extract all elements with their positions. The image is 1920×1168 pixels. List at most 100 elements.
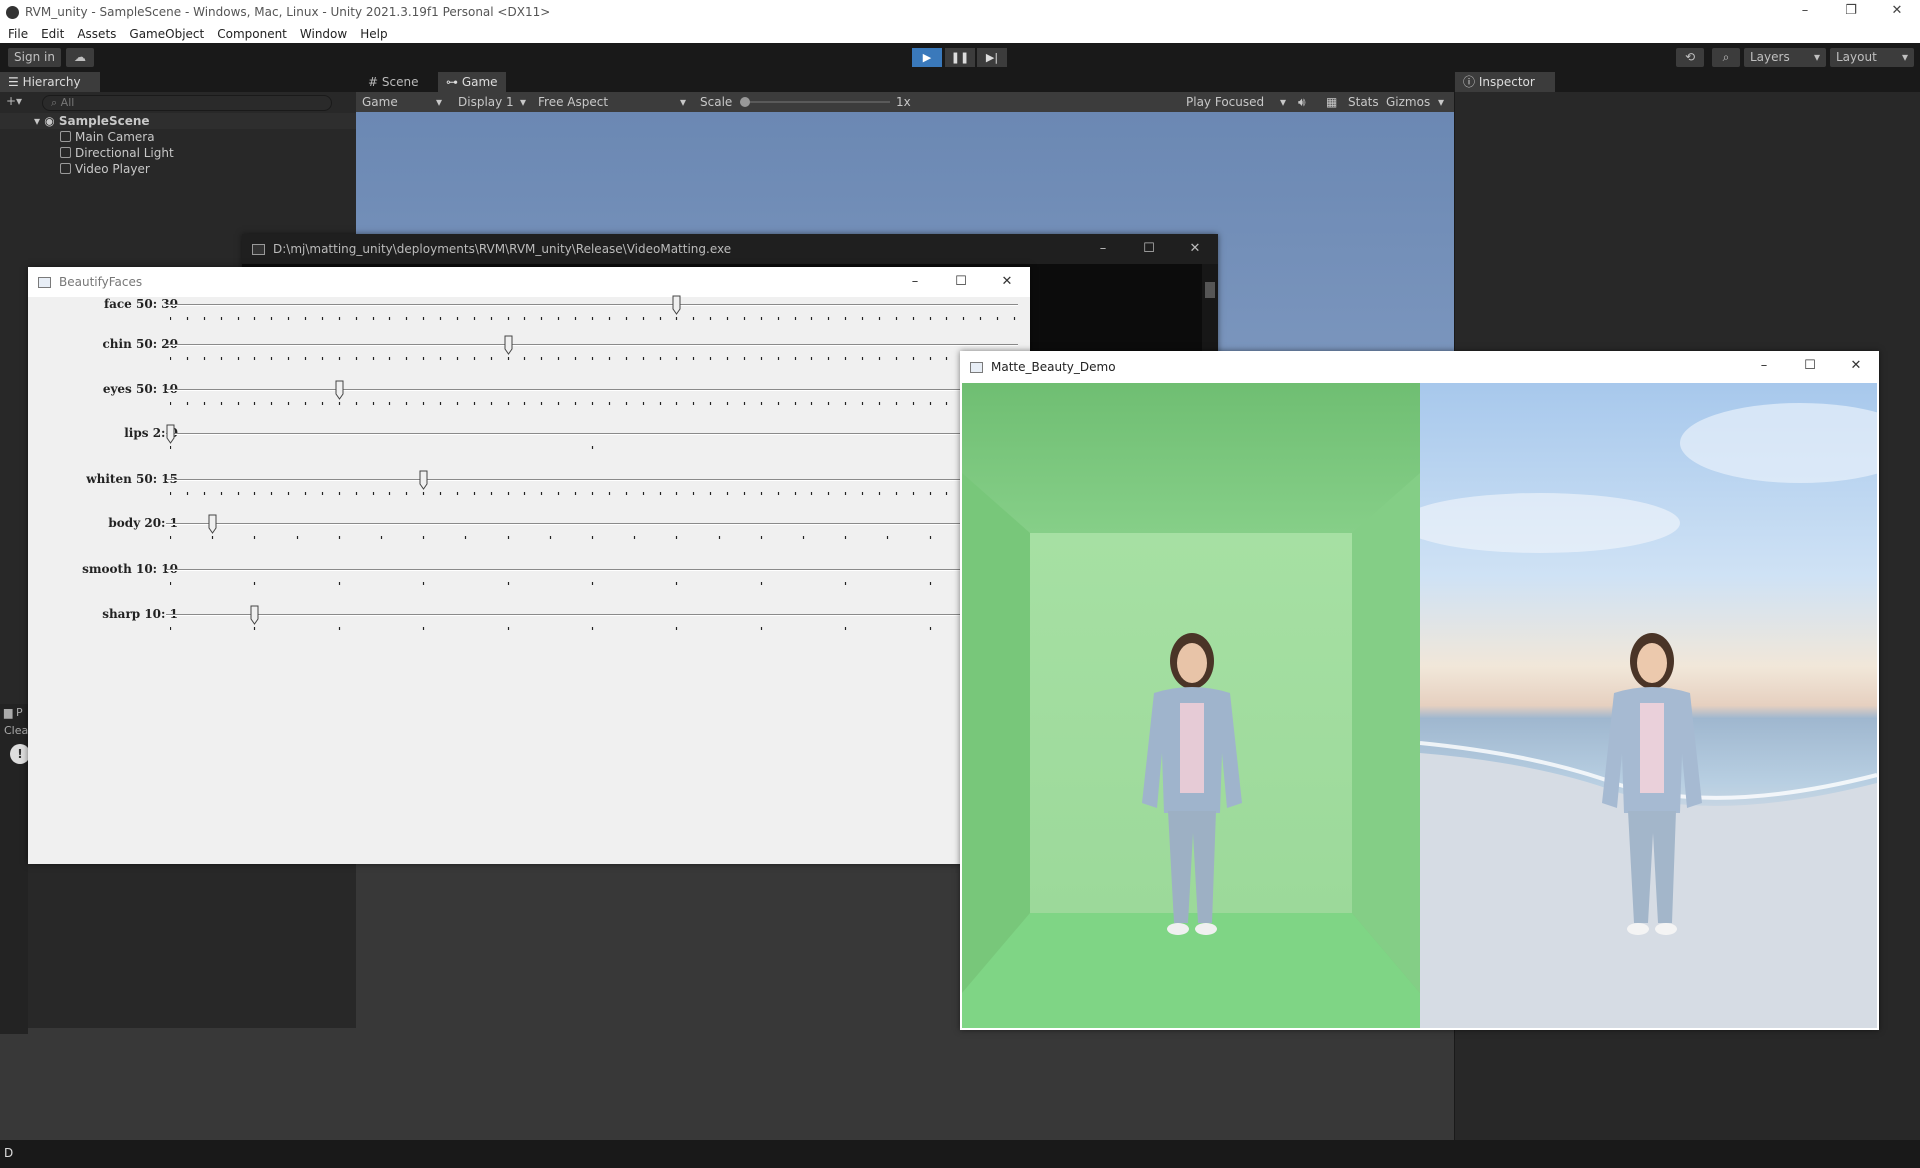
slider-ticks: [170, 492, 1016, 495]
slider-ticks: [170, 317, 1016, 320]
game-dropdown[interactable]: Game: [362, 92, 398, 112]
slider-label: face 50: 30: [103, 297, 178, 311]
scene-name: SampleScene: [58, 114, 150, 128]
close-icon[interactable]: ✕: [984, 267, 1030, 297]
close-icon[interactable]: ✕: [1874, 0, 1920, 24]
menu-component[interactable]: Component: [217, 27, 287, 41]
slider-track[interactable]: [166, 389, 1018, 391]
demo-window-title: Matte_Beauty_Demo: [991, 360, 1116, 374]
step-button[interactable]: ▶|: [977, 48, 1007, 67]
hierarchy-item-directional-light[interactable]: Directional Light: [0, 145, 356, 161]
slider-thumb[interactable]: [504, 335, 514, 355]
hierarchy-item-main-camera[interactable]: Main Camera: [0, 129, 356, 145]
layers-dropdown[interactable]: Layers ▾: [1744, 48, 1826, 67]
sign-in-button[interactable]: Sign in: [8, 48, 61, 67]
status-text: D: [4, 1146, 14, 1160]
menu-file[interactable]: File: [8, 27, 28, 41]
close-icon[interactable]: ✕: [1833, 351, 1879, 381]
maximize-icon[interactable]: ☐: [938, 267, 984, 297]
cloud-icon[interactable]: ☁: [66, 48, 94, 67]
menu-window[interactable]: Window: [300, 27, 347, 41]
chevron-down-icon: ▾: [520, 95, 527, 109]
maximize-icon[interactable]: ☐: [1787, 351, 1833, 381]
close-icon[interactable]: ✕: [1172, 234, 1218, 264]
tab-game[interactable]: ⊶ Game: [438, 72, 506, 92]
beautify-window-titlebar: BeautifyFaces – ☐ ✕: [28, 267, 1030, 297]
gizmos-button[interactable]: Gizmos: [1386, 92, 1430, 112]
tab-inspector[interactable]: ⓘ Inspector: [1455, 72, 1555, 92]
clear-button[interactable]: Clea: [4, 724, 28, 737]
chevron-down-icon: ▾: [436, 95, 443, 109]
minimize-icon[interactable]: –: [1080, 234, 1126, 264]
console-window-titlebar: D:\mj\matting_unity\deployments\RVM\RVM_…: [242, 234, 1218, 264]
slider-track[interactable]: [166, 614, 1018, 616]
game-tab-label: Game: [461, 75, 498, 89]
scale-slider-thumb[interactable]: [740, 97, 750, 107]
play-focused-dropdown[interactable]: Play Focused: [1186, 92, 1264, 112]
minimize-icon[interactable]: –: [1782, 0, 1828, 24]
demo-window-titlebar: Matte_Beauty_Demo – ☐ ✕: [960, 351, 1879, 383]
audio-icon[interactable]: 🔊︎: [1298, 92, 1306, 112]
grid-icon[interactable]: ▦: [1326, 92, 1337, 112]
display-dropdown[interactable]: Display 1: [458, 92, 514, 112]
stats-button[interactable]: Stats: [1348, 92, 1379, 112]
scale-slider[interactable]: [740, 101, 890, 103]
menu-help[interactable]: Help: [360, 27, 387, 41]
beach-composite-frame: [1420, 383, 1877, 1028]
slider-label: eyes 50: 10: [102, 382, 178, 396]
minimize-icon[interactable]: –: [1741, 351, 1787, 381]
gameobject-icon: [60, 147, 71, 158]
scrollbar-thumb[interactable]: [1205, 282, 1215, 298]
tab-project[interactable]: ▆ P: [4, 706, 23, 719]
slider-track[interactable]: [166, 569, 1018, 571]
slider-thumb[interactable]: [166, 424, 176, 444]
slider-ticks: [170, 627, 1016, 630]
play-button[interactable]: ▶: [912, 48, 942, 67]
slider-track[interactable]: [166, 344, 1018, 346]
aspect-dropdown[interactable]: Free Aspect: [538, 92, 608, 112]
window-app-icon: [38, 276, 51, 288]
search-icon[interactable]: ⌕: [1712, 48, 1740, 67]
menu-gameobject[interactable]: GameObject: [129, 27, 204, 41]
hierarchy-search-input[interactable]: ⌕ All: [42, 95, 332, 111]
pause-button[interactable]: ❚❚: [945, 48, 975, 67]
tab-hierarchy[interactable]: ☰ Hierarchy: [0, 72, 100, 92]
console-app-icon: [252, 243, 265, 255]
slider-thumb[interactable]: [208, 514, 218, 534]
layout-dropdown[interactable]: Layout ▾: [1830, 48, 1914, 67]
menu-edit[interactable]: Edit: [41, 27, 64, 41]
slider-track[interactable]: [166, 433, 1018, 435]
status-bar: D: [0, 1140, 1920, 1168]
hierarchy-item-video-player[interactable]: Video Player: [0, 161, 356, 177]
console-panel-edge: ▆ P Clea !: [0, 704, 30, 1034]
slider-thumb[interactable]: [672, 295, 682, 315]
slider-ticks: [170, 446, 1016, 449]
console-scrollbar[interactable]: [1202, 264, 1218, 364]
person-figure-left: [1142, 633, 1242, 935]
slider-track[interactable]: [166, 523, 1018, 525]
slider-track[interactable]: [166, 304, 1018, 306]
slider-ticks: [170, 536, 1016, 539]
slider-label: lips 2: 0: [124, 426, 178, 440]
scene-root[interactable]: ▾ ◉ SampleScene: [0, 113, 356, 129]
menu-bar: File Edit Assets GameObject Component Wi…: [0, 24, 1920, 43]
slider-track[interactable]: [166, 479, 1018, 481]
menu-assets[interactable]: Assets: [77, 27, 116, 41]
person-figure-right: [1602, 633, 1702, 935]
minimize-icon[interactable]: –: [892, 267, 938, 297]
slider-thumb[interactable]: [335, 380, 345, 400]
warning-icon: !: [10, 744, 30, 764]
add-icon[interactable]: +▾: [6, 94, 22, 108]
scale-value: 1x: [896, 95, 911, 109]
restore-icon[interactable]: ❐: [1828, 0, 1874, 24]
window-app-icon: [970, 361, 983, 373]
slider-thumb[interactable]: [419, 470, 429, 490]
tab-scene[interactable]: # Scene: [360, 72, 426, 92]
inspector-tab-label: Inspector: [1478, 75, 1535, 89]
slider-thumb[interactable]: [250, 605, 260, 625]
maximize-icon[interactable]: ☐: [1126, 234, 1172, 264]
slider-label: chin 50: 20: [102, 337, 179, 351]
beautify-window-title: BeautifyFaces: [59, 275, 143, 289]
history-icon[interactable]: ⟲: [1676, 48, 1704, 67]
layers-label: Layers: [1750, 50, 1790, 64]
